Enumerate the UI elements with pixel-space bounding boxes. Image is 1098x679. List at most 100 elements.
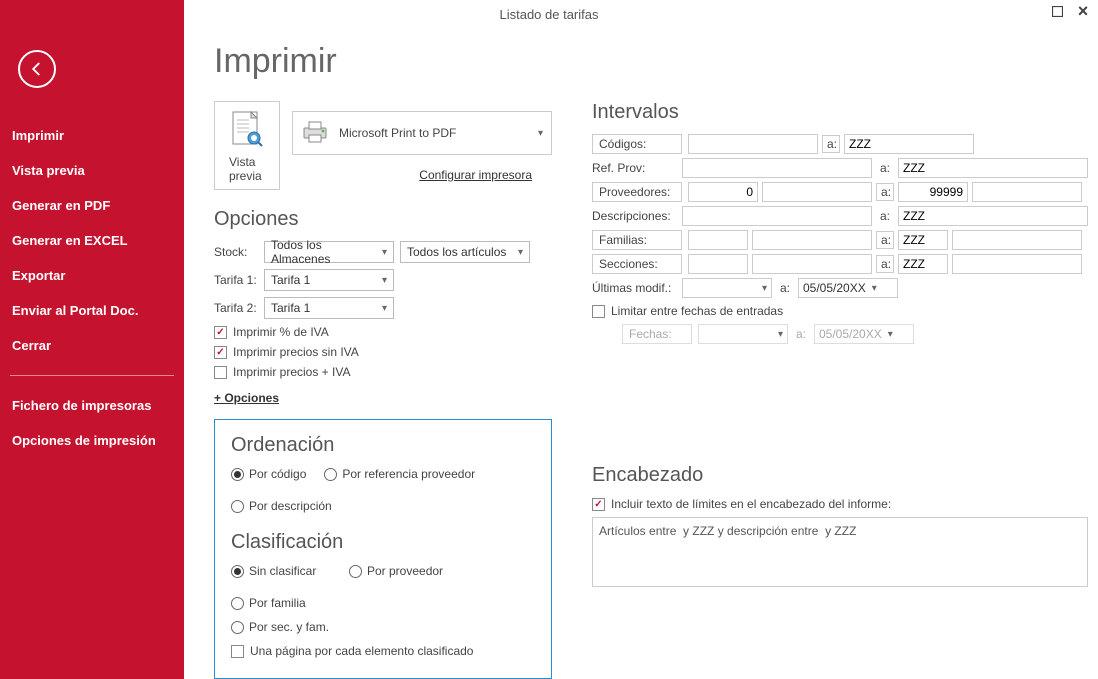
chk-incluir-texto[interactable] [592, 498, 605, 511]
nav-enviar-portal[interactable]: Enviar al Portal Doc. [0, 293, 184, 328]
stock-label: Stock: [214, 245, 264, 259]
chk-limitar-fechas-label: Limitar entre fechas de entradas [611, 304, 783, 318]
encabezado-heading: Encabezado [592, 464, 1088, 487]
proveedores-to-input[interactable] [898, 182, 968, 202]
secciones-from-name[interactable] [752, 254, 872, 274]
ultimas-to-date[interactable]: 05/05/20XX▾ [798, 278, 898, 298]
radio-sin-clasificar[interactable]: Sin clasificar [231, 564, 331, 578]
nav-generar-pdf[interactable]: Generar en PDF [0, 188, 184, 223]
a-label: a: [876, 231, 894, 249]
radio-dot-icon [231, 621, 244, 634]
chevron-down-icon: ▾ [888, 329, 893, 340]
back-button[interactable] [18, 50, 56, 88]
chevron-down-icon: ▾ [872, 283, 877, 294]
document-preview-icon [229, 110, 265, 153]
chk-limitar-fechas[interactable] [592, 305, 605, 318]
configurar-impresora-link[interactable]: Configurar impresora [419, 168, 532, 182]
nav-exportar[interactable]: Exportar [0, 258, 184, 293]
secciones-to-input[interactable] [898, 254, 948, 274]
radio-por-familia[interactable]: Por familia [231, 596, 306, 610]
chevron-down-icon: ▾ [762, 283, 767, 294]
familias-from-name[interactable] [752, 230, 872, 250]
familias-to-input[interactable] [898, 230, 948, 250]
codigos-to-input[interactable] [844, 134, 974, 154]
vista-previa-button[interactable]: Vista previa [214, 101, 280, 190]
page-title: Imprimir [214, 42, 1068, 81]
proveedores-label[interactable]: Proveedores: [592, 182, 682, 202]
stock-select-articulos[interactable]: Todos los artículos▾ [400, 241, 530, 263]
fechas-label[interactable]: Fechas: [622, 324, 692, 344]
familias-to-name[interactable] [952, 230, 1082, 250]
maximize-button[interactable] [1050, 4, 1064, 18]
titlebar: Listado de tarifas × [0, 0, 1098, 28]
a-label: a: [822, 135, 840, 153]
descripciones-to-input[interactable] [898, 206, 1088, 226]
stock-select-almacenes[interactable]: Todos los Almacenes▾ [264, 241, 394, 263]
chk-una-pagina[interactable] [231, 645, 244, 658]
chk-precios-sin-iva[interactable] [214, 346, 227, 359]
tarifa1-select[interactable]: Tarifa 1▾ [264, 269, 394, 291]
vista-previa-label: Vista previa [229, 155, 265, 183]
nav-cerrar[interactable]: Cerrar [0, 328, 184, 363]
radio-por-ref-proveedor[interactable]: Por referencia proveedor [324, 467, 475, 481]
secciones-to-name[interactable] [952, 254, 1082, 274]
chevron-down-icon: ▾ [382, 275, 387, 286]
a-label: a: [876, 209, 894, 223]
intervalos-heading: Intervalos [592, 101, 1088, 124]
radio-por-descripcion[interactable]: Por descripción [231, 499, 332, 513]
secciones-from-input[interactable] [688, 254, 748, 274]
tarifa2-select[interactable]: Tarifa 1▾ [264, 297, 394, 319]
a-label: a: [876, 255, 894, 273]
ordenacion-heading: Ordenación [231, 434, 535, 457]
tarifa2-label: Tarifa 2: [214, 301, 264, 315]
nav-generar-excel[interactable]: Generar en EXCEL [0, 223, 184, 258]
proveedores-from-input[interactable] [688, 182, 758, 202]
a-label: a: [876, 161, 894, 175]
printer-name: Microsoft Print to PDF [339, 126, 538, 140]
chk-imprimir-iva[interactable] [214, 326, 227, 339]
opciones-heading: Opciones [214, 208, 552, 231]
familias-from-input[interactable] [688, 230, 748, 250]
chk-una-pagina-label: Una página por cada elemento clasificado [250, 644, 473, 658]
chk-precios-sin-iva-label: Imprimir precios sin IVA [233, 345, 359, 359]
chevron-down-icon: ▾ [382, 247, 387, 258]
chevron-down-icon: ▾ [538, 128, 543, 139]
a-label: a: [776, 281, 794, 295]
radio-dot-icon [231, 565, 244, 578]
codigos-label[interactable]: Códigos: [592, 134, 682, 154]
secciones-label[interactable]: Secciones: [592, 254, 682, 274]
refprov-from-input[interactable] [682, 158, 872, 178]
nav-opciones-impresion[interactable]: Opciones de impresión [0, 423, 184, 458]
codigos-from-input[interactable] [688, 134, 818, 154]
nav-vista-previa[interactable]: Vista previa [0, 153, 184, 188]
close-button[interactable]: × [1076, 4, 1090, 18]
proveedores-from-name[interactable] [762, 182, 872, 202]
descripciones-from-input[interactable] [682, 206, 872, 226]
radio-por-proveedor[interactable]: Por proveedor [349, 564, 459, 578]
window-title: Listado de tarifas [499, 7, 598, 22]
chk-precios-con-iva[interactable] [214, 366, 227, 379]
refprov-to-input[interactable] [898, 158, 1088, 178]
chevron-down-icon: ▾ [382, 303, 387, 314]
radio-por-sec-fam[interactable]: Por sec. y fam. [231, 620, 329, 634]
a-label: a: [792, 327, 810, 341]
printer-select[interactable]: Microsoft Print to PDF ▾ [292, 111, 552, 155]
nav-fichero-impresoras[interactable]: Fichero de impresoras [0, 388, 184, 423]
radio-dot-icon [231, 597, 244, 610]
encabezado-textarea[interactable] [592, 517, 1088, 587]
familias-label[interactable]: Familias: [592, 230, 682, 250]
ultimas-from-date[interactable]: ▾ [682, 278, 772, 298]
fechas-from-date[interactable]: ▾ [698, 324, 788, 344]
chk-imprimir-iva-label: Imprimir % de IVA [233, 325, 329, 339]
a-label: a: [876, 183, 894, 201]
radio-por-codigo[interactable]: Por código [231, 467, 306, 481]
clasificacion-heading: Clasificación [231, 531, 535, 554]
chk-precios-con-iva-label: Imprimir precios + IVA [233, 365, 350, 379]
fechas-to-date[interactable]: 05/05/20XX▾ [814, 324, 914, 344]
nav-imprimir[interactable]: Imprimir [0, 118, 184, 153]
chevron-down-icon: ▾ [778, 329, 783, 340]
proveedores-to-name[interactable] [972, 182, 1082, 202]
mas-opciones-link[interactable]: + Opciones [214, 391, 279, 405]
ultimas-modif-label: Últimas modif.: [592, 281, 682, 295]
radio-dot-icon [324, 468, 337, 481]
